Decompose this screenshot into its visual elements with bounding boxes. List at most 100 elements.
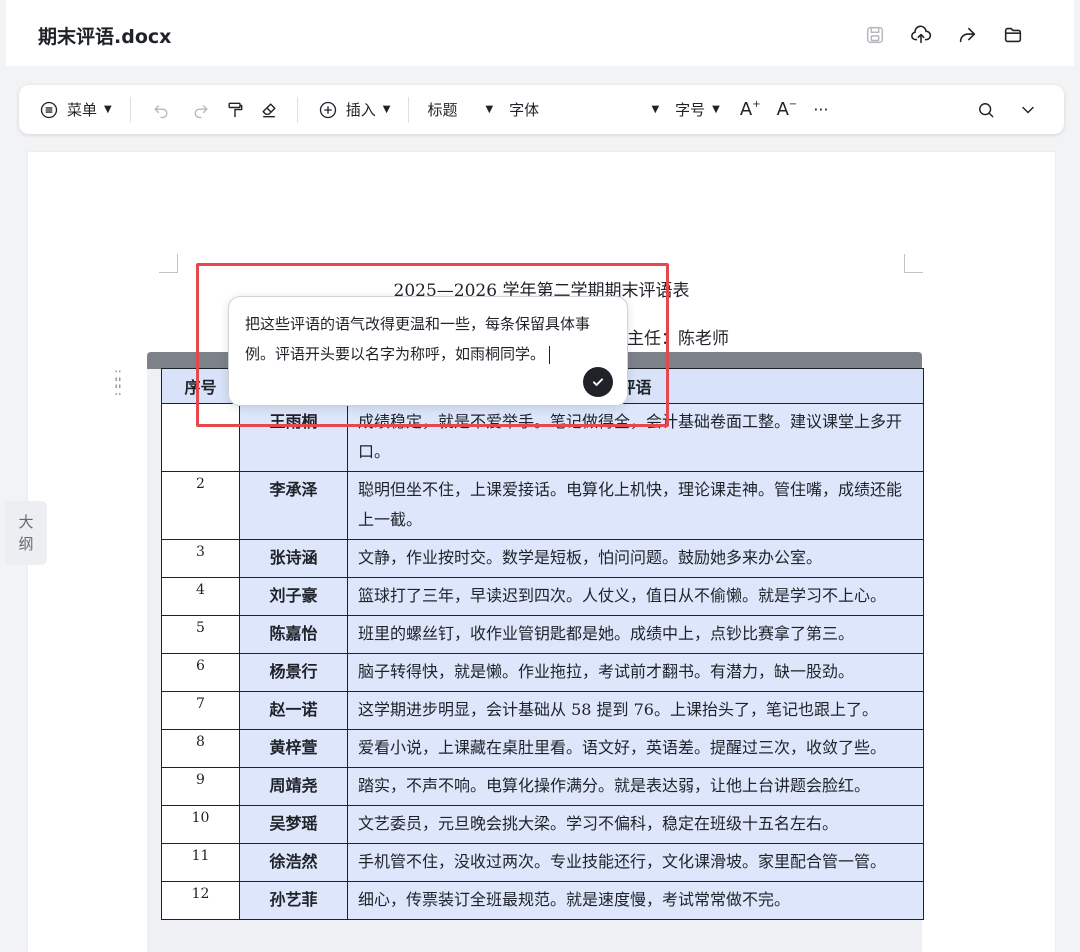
heading-label: 标题 (427, 101, 458, 119)
student-name[interactable]: 吴梦瑶 (239, 805, 348, 844)
divider (296, 96, 298, 123)
document-title: 期末评语.docx (38, 26, 172, 48)
format-painter-icon (228, 102, 243, 117)
comments-table[interactable]: 序号 评语 王雨桐 成绩稳定，就是不爱举手。笔记做得全，会计基础卷面工整。建议课堂… (161, 368, 924, 920)
increase-font-button[interactable]: A + (740, 93, 761, 127)
menu-button[interactable]: 菜单 ▼ (39, 93, 112, 127)
comment-text[interactable]: 班里的螺丝钉，收作业管钥匙都是她。成绩中上，点钞比赛拿了第三。 (347, 615, 924, 654)
redo-icon (194, 104, 208, 118)
table-row: 6 杨景行 脑子转得快，就是懒。作业拖拉，考试前才翻书。有潜力，缺一股劲。 (161, 653, 924, 692)
comment-text[interactable]: 踏实，不声不响。电算化操作满分。就是表达弱，让他上台讲题会脸红。 (347, 767, 924, 806)
row-number[interactable]: 8 (161, 729, 240, 768)
submit-button[interactable] (583, 367, 613, 397)
margin-marker (904, 254, 923, 273)
ai-prompt-card[interactable]: 把这些评语的语气改得更温和一些，每条保留具体事例。评语开头要以名字为称呼，如雨桐… (228, 296, 628, 406)
table-row: 7 赵一诺 这学期进步明显，会计基础从 58 提到 76。上课抬头了，笔记也跟上了。 (161, 691, 924, 730)
row-number[interactable]: 12 (161, 881, 240, 920)
undo-icon (154, 104, 168, 118)
student-name[interactable]: 赵一诺 (239, 691, 348, 730)
row-number[interactable]: 6 (161, 653, 240, 692)
font-label: 字体 (509, 101, 540, 119)
redo-button[interactable] (191, 93, 211, 127)
comment-text[interactable]: 细心，传票装订全班最规范。就是速度慢，考试常常做不完。 (347, 881, 924, 920)
chevron-down-icon (1022, 106, 1034, 113)
font-size-select[interactable]: 字号 ▼ (675, 93, 720, 127)
caret-down-icon: ▼ (651, 104, 660, 115)
row-number[interactable]: 7 (161, 691, 240, 730)
title-bar: 期末评语.docx (6, 0, 1074, 66)
student-name[interactable]: 孙艺菲 (239, 881, 348, 920)
row-number[interactable]: 3 (161, 539, 240, 578)
comment-text[interactable]: 脑子转得快，就是懒。作业拖拉，考试前才翻书。有潜力，缺一股劲。 (347, 653, 924, 692)
search-button[interactable] (976, 93, 996, 127)
comment-text[interactable]: 篮球打了三年，早读迟到四次。人仗义，值日从不偷懒。就是学习不上心。 (347, 577, 924, 616)
drag-handle-icon[interactable]: ⁚⁚ ⁚⁚ ⁚⁚ (114, 370, 122, 398)
comment-text[interactable]: 手机管不住，没收过两次。专业技能还行，文化课滑坡。家里配合管一管。 (347, 843, 924, 882)
table-row: 9 周靖尧 踏实，不声不响。电算化操作满分。就是表达弱，让他上台讲题会脸红。 (161, 767, 924, 806)
menu-icon (40, 101, 58, 118)
caret-down-icon: ▼ (104, 104, 112, 115)
comment-text[interactable]: 文静，作业按时交。数学是短板，怕问问题。鼓励她多来办公室。 (347, 539, 924, 578)
divider (408, 96, 410, 123)
comment-text[interactable]: 爱看小说，上课藏在桌肚里看。语文好，英语差。提醒过三次，收敛了些。 (347, 729, 924, 768)
menu-label: 菜单 (67, 101, 98, 119)
outline-tab[interactable]: 大 纲 (5, 501, 47, 565)
table-row: 11 徐浩然 手机管不住，没收过两次。专业技能还行，文化课滑坡。家里配合管一管。 (161, 843, 924, 882)
undo-button[interactable] (151, 93, 171, 127)
row-number[interactable]: 11 (161, 843, 240, 882)
student-name[interactable]: 陈嘉怡 (239, 615, 348, 654)
increase-font-icon: A (739, 99, 753, 120)
table-row: 8 黄梓萱 爱看小说，上课藏在桌肚里看。语文好，英语差。提醒过三次，收敛了些。 (161, 729, 924, 768)
folder-icon[interactable] (990, 22, 1036, 48)
prompt-input[interactable]: 把这些评语的语气改得更温和一些，每条保留具体事例。评语开头要以名字为称呼，如雨桐… (245, 315, 590, 363)
decrease-font-icon: A (776, 99, 789, 120)
row-number[interactable]: 10 (161, 805, 240, 844)
save-icon[interactable] (852, 22, 898, 48)
student-name[interactable]: 李承泽 (239, 471, 348, 540)
margin-marker (159, 254, 178, 273)
comment-text[interactable]: 聪明但坐不住，上课爱接话。电算化上机快，理论课走神。管住嘴，成绩还能上一截。 (347, 471, 924, 540)
table-row: 4 刘子豪 篮球打了三年，早读迟到四次。人仗义，值日从不偷懒。就是学习不上心。 (161, 577, 924, 616)
cloud-upload-icon[interactable] (898, 22, 944, 48)
check-icon (592, 378, 604, 386)
table-row: 10 吴梦瑶 文艺委员，元旦晚会挑大梁。学习不偏科，稳定在班级十五名左右。 (161, 805, 924, 844)
student-name[interactable]: 徐浩然 (239, 843, 348, 882)
row-number[interactable]: 9 (161, 767, 240, 806)
text-cursor (549, 345, 551, 364)
heading-select[interactable]: 标题 ▼ (427, 93, 493, 127)
insert-label: 插入 (345, 101, 376, 119)
eraser-icon (262, 102, 276, 117)
row-number[interactable]: 2 (161, 471, 240, 540)
table-row: 12 孙艺菲 细心，传票装订全班最规范。就是速度慢，考试常常做不完。 (161, 881, 924, 920)
table-row: 3 张诗涵 文静，作业按时交。数学是短板，怕问问题。鼓励她多来办公室。 (161, 539, 924, 578)
table-row: 2 李承泽 聪明但坐不住，上课爱接话。电算化上机快，理论课走神。管住嘴，成绩还能上一… (161, 471, 924, 540)
outline-label: 大 (18, 513, 34, 531)
row-number[interactable]: 4 (161, 577, 240, 616)
share-icon[interactable] (944, 22, 990, 48)
student-name[interactable]: 张诗涵 (239, 539, 348, 578)
more-icon[interactable]: ··· (813, 93, 828, 127)
student-name[interactable]: 刘子豪 (239, 577, 348, 616)
caret-down-icon: ▼ (712, 104, 720, 115)
format-painter-button[interactable] (225, 93, 245, 127)
outline-label: 纲 (18, 535, 34, 553)
row-number[interactable]: 5 (161, 615, 240, 654)
student-name[interactable]: 杨景行 (239, 653, 348, 692)
table-row: 5 陈嘉怡 班里的螺丝钉，收作业管钥匙都是她。成绩中上，点钞比赛拿了第三。 (161, 615, 924, 654)
comment-text[interactable]: 这学期进步明显，会计基础从 58 提到 76。上课抬头了，笔记也跟上了。 (347, 691, 924, 730)
caret-down-icon: ▼ (485, 104, 494, 115)
comment-text[interactable]: 文艺委员，元旦晚会挑大梁。学习不偏科，稳定在班级十五名左右。 (347, 805, 924, 844)
formatting-toolbar: 菜单 ▼ 插入 ▼ 标题 ▼ 字体 ▼ 字号 ▼ A + A − ··· (19, 85, 1064, 134)
student-name[interactable]: 黄梓萱 (239, 729, 348, 768)
divider (129, 96, 131, 123)
decrease-font-button[interactable]: A − (777, 93, 798, 127)
student-name[interactable]: 周靖尧 (239, 767, 348, 806)
collapse-toolbar-button[interactable] (1018, 93, 1038, 127)
search-icon (979, 102, 994, 117)
plus-circle-icon (319, 101, 336, 118)
insert-button[interactable]: 插入 ▼ (318, 93, 391, 127)
caret-down-icon: ▼ (382, 104, 391, 115)
font-select[interactable]: 字体 ▼ (509, 93, 659, 127)
font-size-label: 字号 (675, 101, 706, 119)
clear-format-button[interactable] (259, 93, 279, 127)
